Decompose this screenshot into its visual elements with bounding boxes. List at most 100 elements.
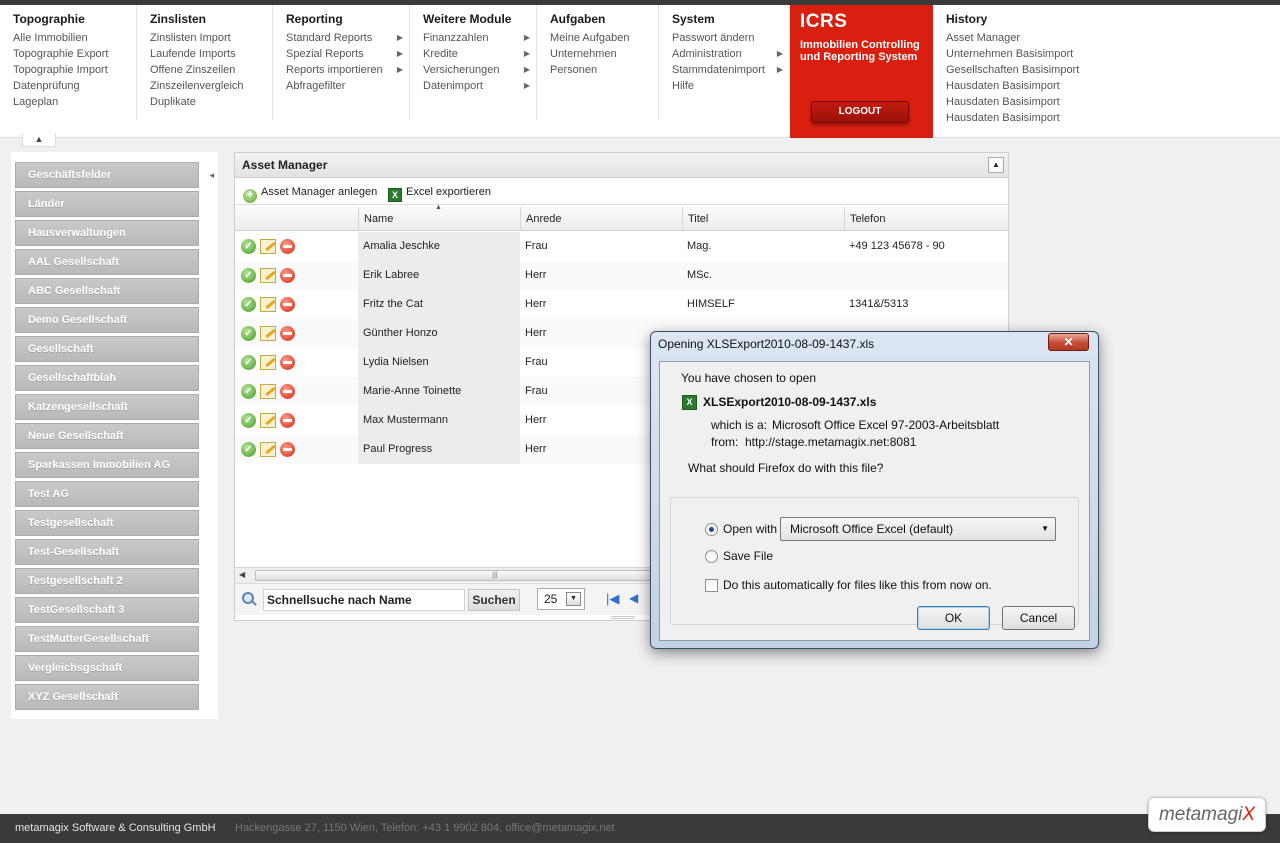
- sidebar-item[interactable]: Sparkassen Immobilien AG: [15, 452, 199, 478]
- activate-icon[interactable]: ✓: [241, 268, 256, 283]
- auto-checkbox-label[interactable]: Do this automatically for files like thi…: [723, 578, 992, 592]
- page-size-select[interactable]: 25 ▼: [537, 588, 585, 610]
- activate-icon[interactable]: ✓: [241, 355, 256, 370]
- quick-search-input[interactable]: Schnellsuche nach Name: [263, 589, 465, 611]
- sidebar-item[interactable]: Testgesellschaft 2: [15, 568, 199, 594]
- activate-icon[interactable]: ✓: [241, 413, 256, 428]
- sidebar-item[interactable]: Testgesellschaft: [15, 510, 199, 536]
- nav-menu-item[interactable]: Zinslisten Import: [150, 30, 272, 46]
- sidebar-item[interactable]: ABC Gesellschaft: [15, 278, 199, 304]
- table-row[interactable]: ✓ Erik Labree Herr MSc.: [235, 261, 1008, 290]
- activate-icon[interactable]: ✓: [241, 239, 256, 254]
- nav-menu-item[interactable]: Topographie Export: [13, 46, 136, 62]
- add-asset-manager-button[interactable]: + Asset Manager anlegen: [243, 184, 377, 203]
- save-file-label[interactable]: Save File: [723, 549, 773, 563]
- open-with-app-select[interactable]: Microsoft Office Excel (default) ▼: [780, 517, 1056, 541]
- logout-button[interactable]: LOGOUT: [811, 101, 909, 123]
- nav-menu-item[interactable]: Spezial Reports ▶: [286, 46, 409, 62]
- history-item[interactable]: Hausdaten Basisimport: [946, 94, 1133, 110]
- column-header-telefon[interactable]: Telefon: [844, 207, 1006, 231]
- edit-icon[interactable]: [260, 442, 276, 457]
- nav-menu-item[interactable]: Datenprüfung: [13, 78, 136, 94]
- nav-menu-item[interactable]: Kredite ▶: [423, 46, 536, 62]
- nav-menu-item[interactable]: Stammdatenimport ▶: [672, 62, 789, 78]
- edit-icon[interactable]: [260, 268, 276, 283]
- sidebar-item[interactable]: Neue Gesellschaft: [15, 423, 199, 449]
- nav-menu-item[interactable]: Personen: [550, 62, 658, 78]
- collapse-sidebar-icon[interactable]: ◂: [209, 170, 214, 181]
- nav-menu-item[interactable]: Finanzzahlen ▶: [423, 30, 536, 46]
- open-with-label[interactable]: Open with: [723, 522, 777, 536]
- sidebar-item[interactable]: Geschäftsfelder: [15, 162, 199, 188]
- nav-menu-item[interactable]: Zinszeilenvergleich: [150, 78, 272, 94]
- nav-menu-item[interactable]: Duplikate: [150, 94, 272, 110]
- edit-icon[interactable]: [260, 326, 276, 341]
- edit-icon[interactable]: [260, 384, 276, 399]
- nav-menu-item[interactable]: Passwort ändern: [672, 30, 789, 46]
- nav-menu-item[interactable]: Versicherungen ▶: [423, 62, 536, 78]
- activate-icon[interactable]: ✓: [241, 297, 256, 312]
- nav-menu-item[interactable]: Reports importieren ▶: [286, 62, 409, 78]
- nav-menu-item[interactable]: Administration ▶: [672, 46, 789, 62]
- nav-menu-item[interactable]: Laufende Imports: [150, 46, 272, 62]
- nav-menu-item[interactable]: Meine Aufgaben: [550, 30, 658, 46]
- history-item[interactable]: Unternehmen Basisimport: [946, 46, 1133, 62]
- sidebar-item[interactable]: Gesellschaft: [15, 336, 199, 362]
- save-file-radio[interactable]: [705, 550, 718, 563]
- sidebar-item[interactable]: TestMutterGesellschaft: [15, 626, 199, 652]
- collapse-nav-button[interactable]: ▲: [22, 133, 56, 147]
- sidebar-item[interactable]: Katzengesellschaft: [15, 394, 199, 420]
- previous-page-icon[interactable]: ◀: [629, 591, 638, 605]
- ok-button[interactable]: OK: [917, 606, 990, 630]
- nav-menu-item[interactable]: Abfragefilter: [286, 78, 409, 94]
- delete-icon[interactable]: [280, 326, 295, 341]
- sidebar-item[interactable]: Vergleichsgschaft: [15, 655, 199, 681]
- history-item[interactable]: Hausdaten Basisimport: [946, 78, 1133, 94]
- scroll-left-icon[interactable]: ◀: [239, 570, 245, 579]
- sidebar-item[interactable]: Demo Gesellschaft: [15, 307, 199, 333]
- sidebar-item[interactable]: Test AG: [15, 481, 199, 507]
- column-header-titel[interactable]: Titel: [682, 207, 844, 231]
- edit-icon[interactable]: [260, 413, 276, 428]
- export-excel-button[interactable]: X Excel exportieren: [388, 184, 491, 202]
- activate-icon[interactable]: ✓: [241, 326, 256, 341]
- history-item[interactable]: Asset Manager: [946, 30, 1133, 46]
- sidebar-item[interactable]: XYZ Gesellschaft: [15, 684, 199, 710]
- nav-menu-item[interactable]: Alle Immobilien: [13, 30, 136, 46]
- activate-icon[interactable]: ✓: [241, 384, 256, 399]
- sidebar-item[interactable]: AAL Gesellschaft: [15, 249, 199, 275]
- nav-menu-item[interactable]: Unternehmen: [550, 46, 658, 62]
- edit-icon[interactable]: [260, 355, 276, 370]
- sidebar-item[interactable]: TestGesellschaft 3: [15, 597, 199, 623]
- edit-icon[interactable]: [260, 297, 276, 312]
- table-row[interactable]: ✓ Fritz the Cat Herr HIMSELF 1341&/5313: [235, 290, 1008, 319]
- activate-icon[interactable]: ✓: [241, 442, 256, 457]
- open-with-radio[interactable]: [705, 523, 718, 536]
- first-page-icon[interactable]: |◀: [606, 591, 619, 607]
- delete-icon[interactable]: [280, 384, 295, 399]
- resize-grip[interactable]: [611, 616, 635, 619]
- nav-menu-item[interactable]: Standard Reports ▶: [286, 30, 409, 46]
- auto-checkbox[interactable]: [705, 579, 718, 592]
- sidebar-item[interactable]: Hausverwaltungen: [15, 220, 199, 246]
- history-item[interactable]: Hausdaten Basisimport: [946, 110, 1133, 126]
- table-row[interactable]: ✓ Amalia Jeschke Frau Mag. +49 123 45678 - 9…: [235, 232, 1008, 261]
- delete-icon[interactable]: [280, 268, 295, 283]
- nav-menu-item[interactable]: Offene Zinszeilen: [150, 62, 272, 78]
- nav-menu-item[interactable]: Datenimport ▶: [423, 78, 536, 94]
- delete-icon[interactable]: [280, 239, 295, 254]
- chevron-down-icon[interactable]: ▼: [566, 592, 581, 606]
- delete-icon[interactable]: [280, 442, 295, 457]
- delete-icon[interactable]: [280, 413, 295, 428]
- nav-menu-item[interactable]: Topographie Import: [13, 62, 136, 78]
- sidebar-item[interactable]: Gesellschaftblah: [15, 365, 199, 391]
- search-button[interactable]: Suchen: [468, 589, 520, 611]
- collapse-panel-icon[interactable]: ▲: [988, 157, 1004, 173]
- nav-menu-item[interactable]: Hilfe: [672, 78, 789, 94]
- delete-icon[interactable]: [280, 355, 295, 370]
- delete-icon[interactable]: [280, 297, 295, 312]
- cancel-button[interactable]: Cancel: [1002, 606, 1075, 630]
- sidebar-item[interactable]: Länder: [15, 191, 199, 217]
- sidebar-item[interactable]: Test-Gesellschaft: [15, 539, 199, 565]
- nav-menu-item[interactable]: Lageplan: [13, 94, 136, 110]
